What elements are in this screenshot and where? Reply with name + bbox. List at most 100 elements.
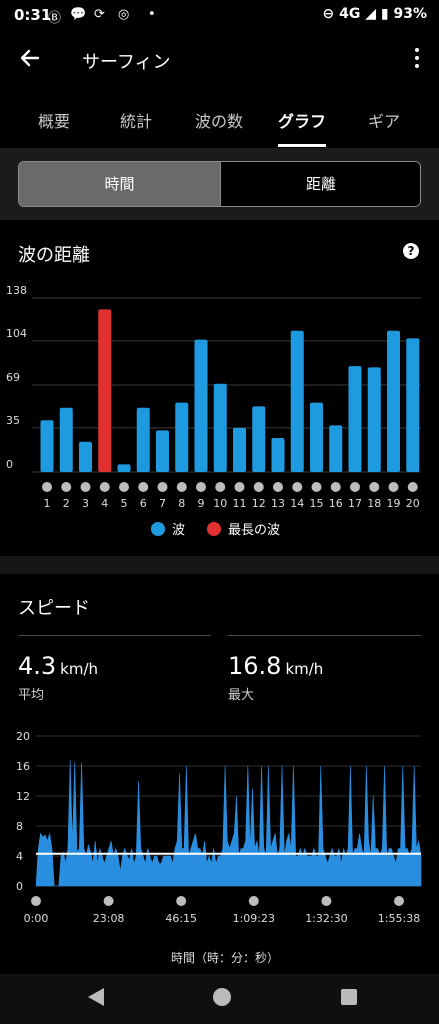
status-bar: 0:31 Ⓑ 💬 ⟳ ◎ • ⊖ 4G ◢ ▮ 93% (0, 0, 439, 30)
tab-stats[interactable]: 統計 (120, 108, 152, 132)
bar (175, 402, 189, 472)
x-marker-dot (31, 896, 41, 906)
x-tick-label: 3 (82, 497, 89, 510)
system-nav-bar (0, 974, 439, 1024)
battery-icon: ▮ (380, 6, 389, 22)
chat-icon: 💬 (70, 7, 87, 22)
x-tick-label: 5 (121, 497, 128, 510)
tab-overview[interactable]: 概要 (38, 108, 70, 132)
tab-bar: 概要 統計 波の数 グラフ ギア (0, 100, 439, 148)
bar (252, 406, 266, 472)
legend-swatch (151, 522, 165, 536)
x-tick-label: 0:00 (24, 912, 49, 925)
bar (59, 407, 73, 472)
bar (348, 366, 362, 472)
y-tick-label: 0 (6, 458, 13, 471)
x-marker-dot (157, 482, 168, 492)
x-marker-dot (196, 482, 206, 492)
speed-area (35, 759, 422, 887)
x-marker-dot (369, 482, 380, 492)
network-type: 4G (339, 6, 361, 22)
x-tick-label: 2 (63, 497, 70, 510)
bar (367, 367, 381, 472)
y-tick-label: 0 (16, 880, 23, 893)
y-tick-label: 12 (16, 790, 30, 803)
signal-icon: ◢ (365, 6, 377, 22)
bar (406, 338, 420, 472)
x-marker-dot (215, 482, 226, 492)
x-marker-dot (176, 482, 187, 492)
bar (271, 437, 285, 472)
x-tick-label: 4 (101, 497, 108, 510)
back-arrow-icon[interactable] (18, 46, 48, 76)
x-marker-dot (61, 482, 72, 492)
x-tick-label: 10 (213, 497, 227, 510)
nav-recents-icon[interactable] (341, 989, 357, 1005)
x-marker-dot (80, 482, 91, 492)
x-marker-dot (394, 896, 404, 906)
bar (310, 402, 323, 472)
bar (98, 309, 112, 472)
x-marker-dot (330, 482, 341, 492)
x-marker-dot (176, 896, 187, 906)
y-tick-label: 8 (16, 820, 23, 833)
bar (79, 441, 92, 472)
x-tick-label: 16 (329, 497, 343, 510)
bar (233, 427, 246, 472)
app-notification-icon: Ⓑ (48, 11, 62, 26)
speed-card: スピード 4.3 km/h 平均 16.8 km/h 最大 0 4 8 12 16 20 0:0… (0, 574, 439, 974)
x-marker-dot (234, 482, 245, 492)
tab-graph[interactable]: グラフ (278, 108, 326, 132)
x-tick-label: 6 (140, 497, 147, 510)
bar (329, 425, 343, 472)
time-distance-toggle: 時間 距離 (18, 161, 421, 207)
x-tick-label: 46:15 (165, 912, 197, 925)
status-right: ⊖ 4G ◢ ▮ 93% (323, 6, 427, 22)
dnd-icon: ⊖ (322, 6, 335, 22)
wave-distance-card: 波の距離 ? 0 35 69 104 138 1 2 3 4 5 6 7 8 9 10 11 12 13 14 15 1… (0, 221, 439, 556)
battery-level: 93% (393, 6, 427, 22)
y-tick-label: 104 (6, 327, 27, 340)
y-tick-label: 35 (6, 414, 20, 427)
section-divider (0, 556, 439, 574)
status-time: 0:31 (14, 6, 52, 24)
x-tick-label: 1:32:30 (305, 912, 347, 925)
x-tick-label: 1:09:23 (233, 912, 275, 925)
x-marker-dot (248, 896, 259, 906)
page-title: サーフィン (82, 52, 171, 73)
y-tick-label: 4 (16, 850, 23, 863)
y-tick-label: 16 (16, 760, 30, 773)
x-tick-label: 15 (310, 497, 324, 510)
x-tick-label: 1:55:38 (378, 912, 420, 925)
x-tick-label: 17 (348, 497, 362, 510)
toggle-section: 時間 距離 (0, 148, 439, 220)
x-tick-label: 20 (406, 497, 420, 510)
bar (117, 464, 131, 472)
x-tick-label: 1 (44, 497, 51, 510)
tab-wave-count[interactable]: 波の数 (195, 108, 243, 132)
x-marker-dot (99, 482, 110, 492)
x-tick-label: 19 (387, 497, 401, 510)
more-vert-icon[interactable] (413, 48, 421, 72)
y-tick-label: 20 (16, 730, 30, 743)
x-tick-label: 7 (159, 497, 166, 510)
toggle-time[interactable]: 時間 (19, 162, 220, 206)
nav-home-icon[interactable] (213, 988, 231, 1006)
x-tick-label: 23:08 (93, 912, 125, 925)
speed-chart: 0 4 8 12 16 20 0:00 23:08 46:15 1:09:23 1:32:30 1:5… (16, 730, 422, 965)
bar (40, 420, 54, 472)
instagram-icon: ◎ (118, 7, 130, 22)
bar (194, 339, 208, 472)
x-marker-dot (103, 896, 114, 906)
tab-gear[interactable]: ギア (368, 108, 400, 132)
toggle-distance[interactable]: 距離 (220, 162, 420, 206)
bar (213, 383, 227, 472)
x-marker-dot (388, 482, 399, 492)
nav-back-icon[interactable] (88, 988, 104, 1006)
more-notifications-icon: • (148, 7, 156, 22)
x-tick-label: 8 (178, 497, 185, 510)
legend-swatch (207, 522, 221, 536)
x-marker-dot (407, 482, 418, 492)
sync-icon: ⟳ (94, 7, 105, 22)
x-tick-label: 9 (198, 497, 205, 510)
